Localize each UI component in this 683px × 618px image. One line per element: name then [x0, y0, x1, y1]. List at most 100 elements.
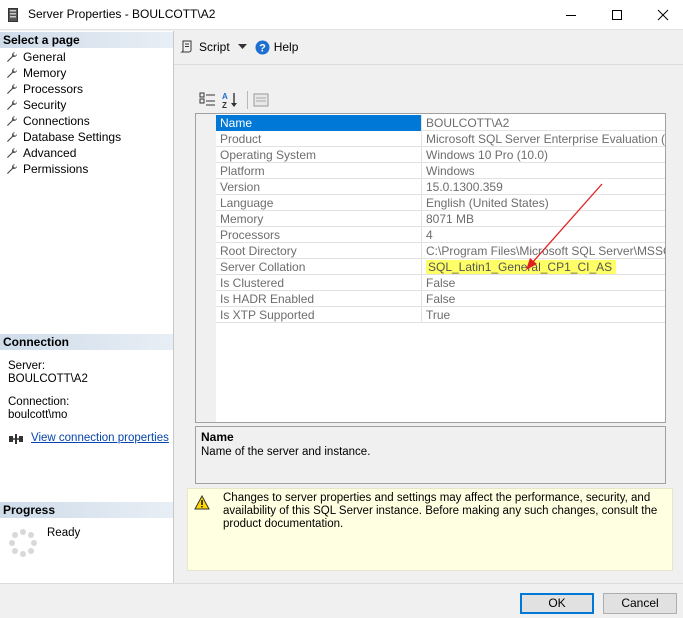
page-label: Permissions [23, 162, 89, 176]
warning-panel: Changes to server properties and setting… [187, 488, 673, 571]
window-title: Server Properties - BOULCOTT\A2 [28, 7, 216, 21]
wrench-icon [7, 132, 17, 142]
page-processors[interactable]: Processors [6, 81, 83, 97]
property-row[interactable]: Operating System Windows 10 Pro (10.0) [216, 147, 665, 163]
property-grid: Name BOULCOTT\A2 Product Microsoft SQL S… [195, 113, 666, 423]
property-row[interactable]: Processors 4 [216, 227, 665, 243]
page-label: Advanced [23, 146, 77, 160]
script-label: Script [199, 40, 230, 54]
connection-label: Connection: [8, 396, 70, 408]
property-row[interactable]: Server Collation SQL_Latin1_General_CP1_… [216, 259, 665, 275]
property-row[interactable]: Version 15.0.1300.359 [216, 179, 665, 195]
property-name: Is XTP Supported [216, 307, 422, 323]
help-label: Help [273, 40, 299, 54]
property-value: 15.0.1300.359 [426, 180, 503, 194]
wrench-icon [7, 164, 17, 174]
toolbar-divider [174, 64, 683, 65]
property-row[interactable]: Platform Windows [216, 163, 665, 179]
property-value: False [426, 292, 456, 306]
help-button[interactable]: ? Help [255, 40, 299, 55]
progress-header: Progress [0, 502, 173, 518]
page-label: Processors [23, 82, 84, 96]
page-advanced[interactable]: Advanced [6, 145, 76, 161]
property-name: Platform [216, 163, 422, 179]
property-grid-toolbar: A Z [199, 90, 274, 110]
property-name: Product [216, 131, 422, 147]
sort-alphabetical-icon[interactable]: A Z [221, 91, 239, 109]
close-button[interactable] [640, 0, 683, 30]
ok-button[interactable]: OK [520, 593, 594, 614]
property-value: 8071 MB [426, 212, 475, 226]
property-value: Microsoft SQL Server Enterprise Evaluati… [426, 132, 665, 146]
property-row[interactable]: Is HADR Enabled False [216, 291, 665, 307]
warning-text: Changes to server properties and setting… [223, 492, 658, 530]
wrench-icon [7, 68, 17, 78]
property-description-panel: Name Name of the server and instance. [195, 426, 666, 484]
page-connections[interactable]: Connections [6, 113, 90, 129]
collation-highlight: SQL_Latin1_General_CP1_CI_AS [426, 260, 617, 274]
property-name: Is Clustered [216, 275, 422, 291]
page-security[interactable]: Security [6, 97, 66, 113]
page-label: General [23, 50, 66, 64]
svg-text:Z: Z [222, 101, 227, 109]
property-value: C:\Program Files\Microsoft SQL Server\MS… [426, 244, 665, 258]
page-label: Security [23, 98, 67, 112]
property-row[interactable]: Root Directory C:\Program Files\Microsof… [216, 243, 665, 259]
property-value: English (United States) [426, 196, 549, 210]
page-permissions[interactable]: Permissions [6, 161, 88, 177]
property-row[interactable]: Product Microsoft SQL Server Enterprise … [216, 131, 665, 147]
dropdown-arrow-icon [237, 44, 247, 49]
property-grid-gutter [196, 114, 216, 422]
server-value: BOULCOTT\A2 [8, 373, 88, 385]
svg-text:?: ? [259, 42, 266, 54]
property-pages-icon[interactable] [252, 91, 270, 109]
minimize-button[interactable] [548, 0, 594, 30]
grid-toolbar-separator [247, 91, 248, 109]
wrench-icon [7, 84, 17, 94]
page-label: Database Settings [23, 130, 122, 144]
property-row[interactable]: Is XTP Supported True [216, 307, 665, 323]
svg-text:A: A [222, 92, 228, 101]
maximize-icon [612, 10, 622, 20]
property-name: Is HADR Enabled [216, 291, 422, 307]
select-page-header: Select a page [0, 32, 173, 48]
help-icon: ? [255, 40, 270, 54]
property-row[interactable]: Memory 8071 MB [216, 211, 665, 227]
property-name: Language [216, 195, 422, 211]
categorized-icon[interactable] [199, 91, 217, 109]
property-name: Name [216, 115, 422, 131]
page-database-settings[interactable]: Database Settings [6, 129, 121, 145]
property-row[interactable]: Is Clustered False [216, 275, 665, 291]
server-label: Server: [8, 360, 46, 372]
property-name: Server Collation [216, 259, 422, 275]
page-label: Connections [23, 114, 90, 128]
property-name: Operating System [216, 147, 422, 163]
page-memory[interactable]: Memory [6, 65, 66, 81]
close-icon [657, 9, 669, 21]
property-value: True [426, 308, 451, 322]
title-bar: Server Properties - BOULCOTT\A2 [0, 0, 683, 30]
maximize-button[interactable] [594, 0, 640, 30]
wrench-icon [7, 116, 17, 126]
connection-header: Connection [0, 334, 173, 350]
property-value: BOULCOTT\A2 [426, 116, 510, 130]
property-name: Memory [216, 211, 422, 227]
cancel-button[interactable]: Cancel [603, 593, 677, 614]
property-row[interactable]: Language English (United States) [216, 195, 665, 211]
property-name: Root Directory [216, 243, 422, 259]
progress-spinner-icon [9, 529, 37, 557]
minimize-icon [566, 15, 576, 16]
view-connection-link[interactable]: View connection properties [31, 432, 169, 445]
server-app-icon [8, 8, 18, 22]
property-name: Version [216, 179, 422, 195]
connection-properties-icon [9, 433, 23, 444]
property-row[interactable]: Name BOULCOTT\A2 [216, 115, 665, 131]
property-value: Windows 10 Pro (10.0) [426, 148, 549, 162]
property-value: Windows [426, 164, 475, 178]
page-general[interactable]: General [6, 49, 66, 65]
script-button[interactable]: Script [180, 40, 247, 54]
description-text: Name of the server and instance. [201, 446, 371, 458]
property-value: SQL_Latin1_General_CP1_CI_AS [423, 259, 665, 275]
progress-status: Ready [47, 527, 81, 539]
view-connection-properties[interactable]: View connection properties [8, 432, 169, 445]
